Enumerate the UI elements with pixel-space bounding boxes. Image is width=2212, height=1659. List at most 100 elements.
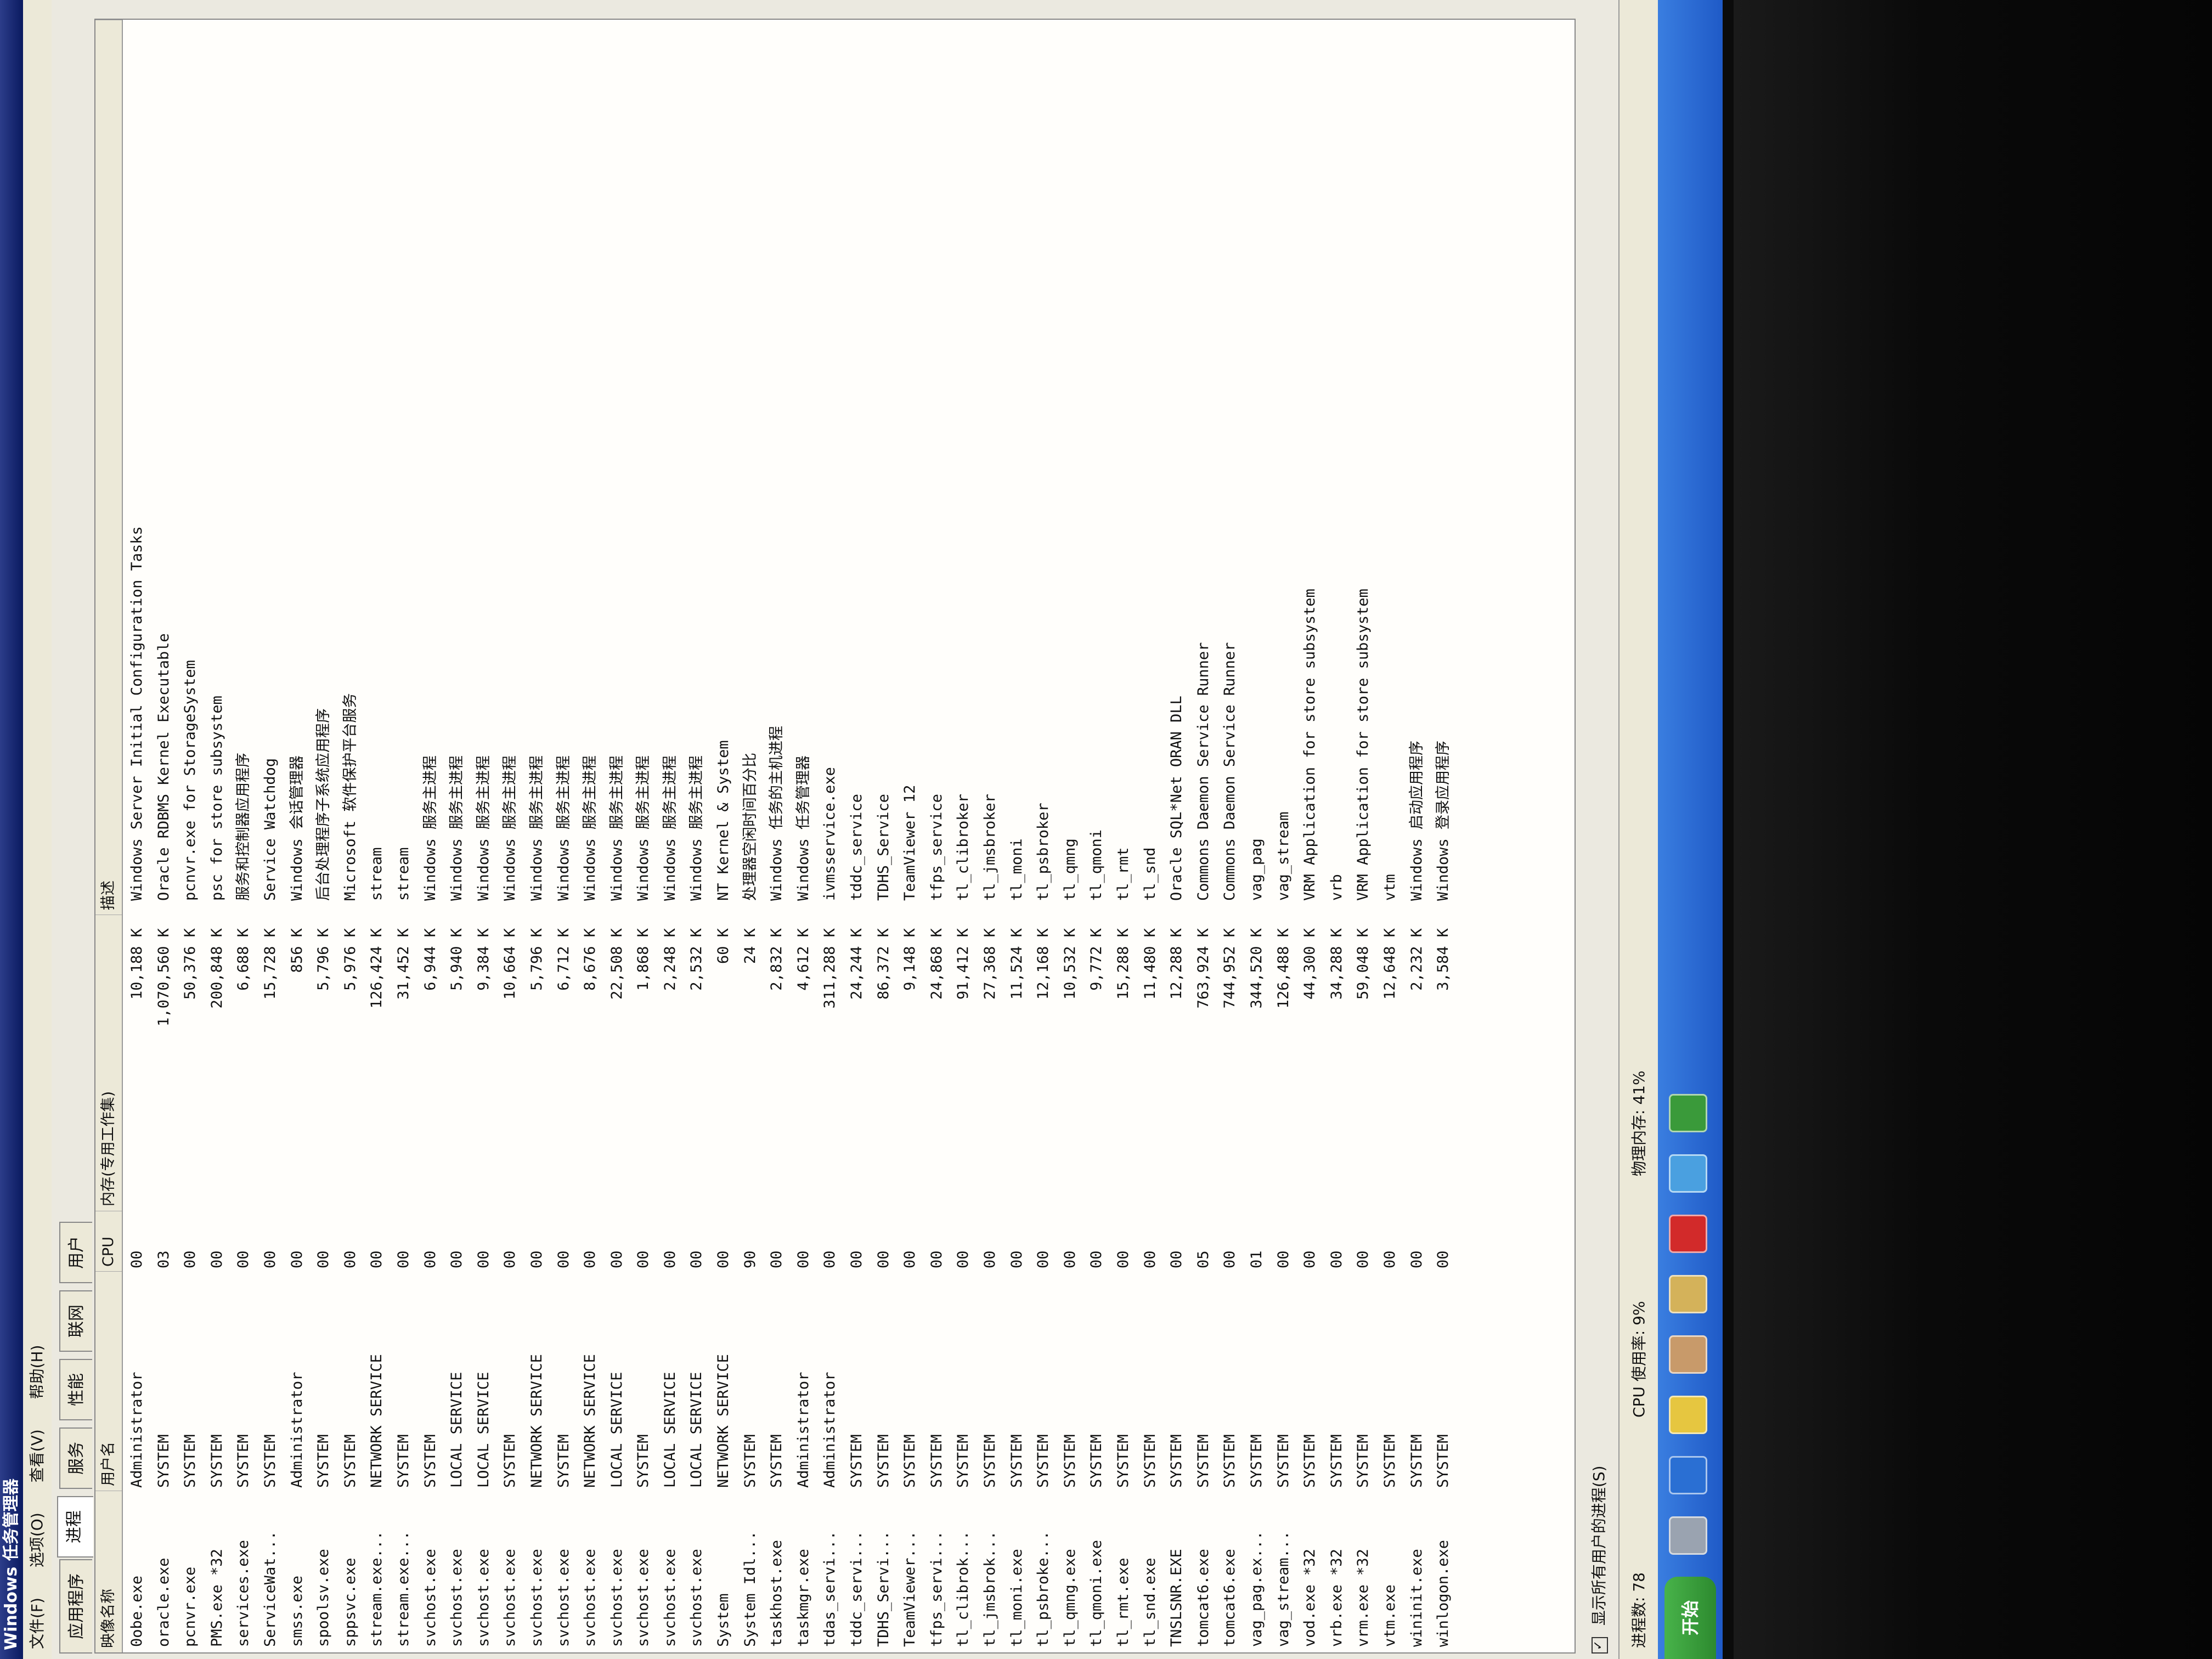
table-row[interactable]: TDHS_Servi... SYSTEM 00 86,372 K TDHS_Servic… [871, 20, 898, 1652]
show-all-checkbox[interactable]: ✓ [1592, 1637, 1608, 1654]
process-name: tl_rmt.exe [1114, 1558, 1132, 1647]
folder-icon[interactable] [1669, 1396, 1707, 1434]
table-row[interactable]: taskmgr.exe Administrator 00 4,612 K Windows… [791, 20, 817, 1652]
process-cpu: 00 [1088, 1250, 1105, 1268]
menu-view[interactable]: 查看(V) [28, 1429, 46, 1482]
menu-file[interactable]: 文件(F) [28, 1598, 46, 1649]
process-cpu: 00 [688, 1250, 706, 1268]
table-row[interactable]: tl_psbroke... SYSTEM 00 12,168 K tl_psbroker [1030, 20, 1057, 1652]
app-z-icon[interactable] [1669, 1456, 1707, 1494]
column-header-name[interactable]: 映像名称 [95, 1491, 122, 1652]
process-cpu: 00 [582, 1250, 599, 1268]
column-header-cpu[interactable]: CPU [95, 1211, 122, 1271]
table-row[interactable]: tl_qmng.exe SYSTEM 00 10,532 K tl_qmng [1057, 20, 1084, 1652]
user-avatar-icon[interactable] [1669, 1335, 1707, 1374]
table-row[interactable]: stream.exe... SYSTEM 00 31,452 K stream [391, 20, 417, 1652]
table-row[interactable]: tl_clibrok... SYSTEM 00 91,412 K tl_clibroke… [950, 20, 977, 1652]
app-red-icon[interactable] [1669, 1215, 1707, 1253]
process-cpu: 00 [182, 1250, 199, 1268]
table-row[interactable]: smss.exe Administrator 00 856 K Windows 会话管理… [284, 20, 311, 1652]
start-button[interactable]: 开始 [1664, 1577, 1716, 1659]
process-memory: 24 K [741, 928, 759, 964]
process-name: vtm.exe [1381, 1584, 1398, 1647]
table-row[interactable]: pcnvr.exe SYSTEM 00 50,376 K pcnvr.exe for S… [177, 20, 204, 1652]
column-header-user[interactable]: 用户名 [95, 1271, 122, 1491]
tab-services[interactable]: 服务 [59, 1427, 92, 1489]
process-name: svchost.exe [475, 1549, 492, 1647]
table-row[interactable]: svchost.exe NETWORK SERVICE 00 8,676 K Windo… [577, 20, 604, 1652]
process-name: ServiceWat... [261, 1531, 279, 1647]
table-row[interactable]: tdas_servi... Administrator 00 311,288 K ivm… [817, 20, 844, 1652]
table-row[interactable]: vag_pag.ex... SYSTEM 01 344,520 K vag_pag [1244, 20, 1271, 1652]
process-memory: 2,248 K [661, 928, 679, 991]
table-row[interactable]: svchost.exe LOCAL SERVICE 00 2,248 K Windows… [657, 20, 684, 1652]
table-row[interactable]: vrb.exe *32 SYSTEM 00 34,288 K vrb [1324, 20, 1351, 1652]
process-cpu: 00 [981, 1250, 998, 1268]
server-manager-icon[interactable] [1669, 1516, 1707, 1555]
table-row[interactable]: tfps_servi... SYSTEM 00 24,868 K tfps_servic… [924, 20, 951, 1652]
table-row[interactable]: svchost.exe LOCAL SERVICE 00 9,384 K Windows… [471, 20, 498, 1652]
process-user: SYSTEM [155, 1434, 172, 1488]
table-row[interactable]: sppsvc.exe SYSTEM 00 5,976 K Microsoft 软件保护平… [337, 20, 364, 1652]
app-blue-icon[interactable] [1669, 1154, 1707, 1193]
table-row[interactable]: 0obe.exe Administrator 00 10,188 K Windows S… [124, 20, 151, 1652]
table-row[interactable]: vod.exe *32 SYSTEM 00 44,300 K VRM Applicati… [1297, 20, 1324, 1652]
table-row[interactable]: tomcat6.exe SYSTEM 05 763,924 K Commons Daem… [1190, 20, 1217, 1652]
process-name: TeamViewer... [901, 1531, 919, 1647]
table-row[interactable]: tl_moni.exe SYSTEM 00 11,524 K tl_moni [1004, 20, 1031, 1652]
table-row[interactable]: svchost.exe LOCAL SERVICE 00 2,532 K Windows… [684, 20, 710, 1652]
table-row[interactable]: PMS.exe *32 SYSTEM 00 200,848 K psc for stor… [204, 20, 231, 1652]
table-row[interactable]: oracle.exe SYSTEM 03 1,070,560 K Oracle RDBM… [151, 20, 178, 1652]
process-description: Windows 会话管理器 [288, 755, 306, 901]
menu-help[interactable]: 帮助(H) [28, 1345, 46, 1400]
table-row[interactable]: TNSLSNR.EXE SYSTEM 00 12,288 K Oracle SQL*Ne… [1164, 20, 1190, 1652]
table-row[interactable]: tl_snd.exe SYSTEM 00 11,480 K tl_snd [1137, 20, 1164, 1652]
table-row[interactable]: svchost.exe LOCAL SERVICE 00 22,508 K Window… [604, 20, 631, 1652]
process-name: PMS.exe *32 [208, 1549, 225, 1647]
process-description: tl_qmng [1061, 838, 1079, 901]
table-row[interactable]: svchost.exe SYSTEM 00 6,944 K Windows 服务主进程 [417, 20, 444, 1652]
table-row[interactable]: vrm.exe *32 SYSTEM 00 59,048 K VRM Applicati… [1350, 20, 1377, 1652]
table-row[interactable]: TeamViewer... SYSTEM 00 9,148 K TeamViewer 1… [897, 20, 924, 1652]
taskbar: 开始 [1658, 0, 1723, 1659]
process-cpu: 05 [1194, 1250, 1212, 1268]
table-row[interactable]: svchost.exe LOCAL SERVICE 00 5,940 K Windows… [444, 20, 471, 1652]
table-row[interactable]: vtm.exe SYSTEM 00 12,648 K vtm [1377, 20, 1404, 1652]
table-row[interactable]: vag_stream... SYSTEM 00 126,488 K vag_stream [1271, 20, 1297, 1652]
process-memory: 22,508 K [608, 928, 625, 1000]
process-description: tl_jmsbroker [981, 793, 998, 901]
table-row[interactable]: stream.exe... NETWORK SERVICE 00 126,424 K s… [364, 20, 391, 1652]
tab-processes[interactable]: 进程 [57, 1496, 93, 1558]
table-row[interactable]: svchost.exe SYSTEM 00 1,868 K Windows 服务主进程 [630, 20, 657, 1652]
table-row[interactable]: System NETWORK SERVICE 00 60 K NT Kernel & S… [710, 20, 737, 1652]
table-row[interactable]: ServiceWat... SYSTEM 00 15,728 K Service Wat… [257, 20, 284, 1652]
table-row[interactable]: winlogon.exe SYSTEM 00 3,584 K Windows 登录应用程… [1430, 20, 1457, 1652]
table-row[interactable]: svchost.exe SYSTEM 00 10,664 K Windows 服务主进程 [497, 20, 524, 1652]
process-cpu: 00 [955, 1250, 972, 1268]
table-row[interactable]: tl_jmsbrok... SYSTEM 00 27,368 K tl_jmsbroke… [977, 20, 1004, 1652]
table-row[interactable]: spoolsv.exe SYSTEM 00 5,796 K 后台处理程序子系统应用程序 [311, 20, 337, 1652]
column-header-memory[interactable]: 内存(专用工作集) [95, 915, 122, 1211]
task-manager-icon[interactable] [1669, 1094, 1707, 1132]
process-cpu: 00 [715, 1250, 732, 1268]
process-description: TeamViewer 12 [901, 785, 919, 901]
tab-applications[interactable]: 应用程序 [59, 1559, 92, 1654]
table-row[interactable]: tl_qmoni.exe SYSTEM 00 9,772 K tl_qmoni [1084, 20, 1110, 1652]
process-cpu: 00 [1035, 1250, 1052, 1268]
app-tools-icon[interactable] [1669, 1275, 1707, 1313]
table-row[interactable]: System Idl... SYSTEM 90 24 K 处理器空闲时间百分比 [737, 20, 764, 1652]
table-row[interactable]: svchost.exe NETWORK SERVICE 00 5,796 K Windo… [524, 20, 551, 1652]
table-row[interactable]: services.exe SYSTEM 00 6,688 K 服务和控制器应用程序 [230, 20, 257, 1652]
menu-options[interactable]: 选项(O) [28, 1513, 46, 1567]
table-row[interactable]: tddc_servi... SYSTEM 00 24,244 K tddc_servic… [844, 20, 871, 1652]
process-cpu: 00 [874, 1250, 892, 1268]
tab-users[interactable]: 用户 [59, 1222, 92, 1283]
table-row[interactable]: wininit.exe SYSTEM 00 2,232 K Windows 启动应用程序 [1404, 20, 1431, 1652]
table-row[interactable]: taskhost.exe SYSTEM 00 2,832 K Windows 任务的主机… [764, 20, 791, 1652]
table-row[interactable]: tomcat6.exe SYSTEM 00 744,952 K Commons Daem… [1217, 20, 1244, 1652]
tab-networking[interactable]: 联网 [59, 1290, 92, 1352]
table-row[interactable]: svchost.exe SYSTEM 00 6,712 K Windows 服务主进程 [551, 20, 578, 1652]
tab-performance[interactable]: 性能 [59, 1359, 92, 1420]
column-header-description[interactable]: 描述 [95, 20, 122, 915]
table-row[interactable]: tl_rmt.exe SYSTEM 00 15,288 K tl_rmt [1110, 20, 1137, 1652]
